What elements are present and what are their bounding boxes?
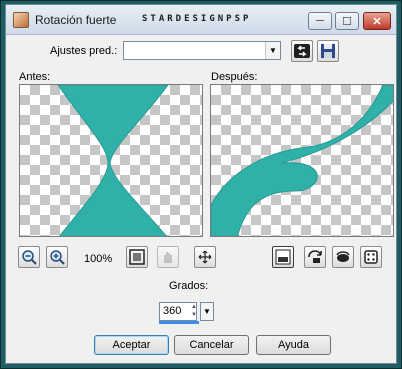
randomize-button[interactable] bbox=[332, 246, 354, 268]
fit-icon bbox=[129, 249, 145, 265]
layer-preview-icon bbox=[275, 249, 291, 265]
degrees-label: Grados: bbox=[169, 280, 209, 292]
title-bar[interactable]: Rotación fuerte STARDESIGNPSP ─ ☐ ✕ bbox=[6, 5, 396, 35]
move-button[interactable] bbox=[194, 246, 216, 268]
zoom-in-icon bbox=[50, 250, 65, 265]
fit-view-button[interactable] bbox=[126, 246, 148, 268]
save-preset-button[interactable] bbox=[317, 40, 339, 62]
degrees-stepper[interactable]: ▲ ▼ bbox=[189, 303, 199, 320]
randomize-icon bbox=[336, 251, 350, 262]
load-preset-button[interactable] bbox=[291, 40, 313, 62]
watermark-text: STARDESIGNPSP bbox=[142, 14, 252, 24]
degrees-spinner[interactable]: 360 ▲ ▼ ▼ bbox=[159, 302, 215, 324]
load-icon bbox=[294, 44, 310, 58]
zoom-out-button[interactable] bbox=[18, 246, 40, 268]
minimize-button[interactable]: ─ bbox=[308, 12, 332, 30]
maximize-button[interactable]: ☐ bbox=[335, 12, 359, 30]
before-label: Antes: bbox=[19, 71, 51, 83]
after-label: Después: bbox=[211, 71, 258, 83]
dropdown-arrow-icon: ▼ bbox=[203, 307, 211, 316]
chevron-up-icon[interactable]: ▲ bbox=[189, 303, 199, 311]
zoom-out-icon bbox=[22, 250, 37, 265]
app-icon bbox=[13, 12, 29, 28]
dialog-window: Rotación fuerte STARDESIGNPSP ─ ☐ ✕ Ajus… bbox=[5, 4, 397, 364]
chevron-down-icon[interactable]: ▼ bbox=[265, 42, 280, 59]
after-preview[interactable] bbox=[210, 84, 394, 237]
layer-preview-button[interactable] bbox=[272, 246, 294, 268]
reset-button[interactable] bbox=[304, 246, 326, 268]
zoom-level: 100% bbox=[84, 253, 113, 265]
before-image bbox=[57, 85, 169, 236]
degrees-dropdown[interactable]: ▼ bbox=[200, 302, 214, 321]
presets-label: Ajustes pred.: bbox=[50, 45, 118, 57]
pan-button[interactable] bbox=[157, 246, 179, 268]
before-preview[interactable] bbox=[19, 84, 203, 237]
help-button[interactable]: Ayuda bbox=[256, 335, 331, 355]
presets-select[interactable]: ▼ bbox=[123, 41, 281, 60]
ok-button[interactable]: Aceptar bbox=[94, 335, 169, 355]
window-title: Rotación fuerte bbox=[35, 13, 117, 27]
degrees-slider-bar[interactable] bbox=[159, 321, 199, 324]
cancel-button[interactable]: Cancelar bbox=[174, 335, 249, 355]
chevron-down-icon[interactable]: ▼ bbox=[189, 311, 199, 319]
reset-icon bbox=[308, 250, 322, 263]
move-icon bbox=[198, 250, 212, 264]
hand-icon bbox=[164, 252, 172, 263]
dice-icon bbox=[364, 250, 378, 264]
after-image bbox=[211, 85, 393, 236]
zoom-in-button[interactable] bbox=[46, 246, 68, 268]
dice-button[interactable] bbox=[360, 246, 382, 268]
save-icon bbox=[321, 44, 335, 58]
close-button[interactable]: ✕ bbox=[363, 12, 391, 30]
